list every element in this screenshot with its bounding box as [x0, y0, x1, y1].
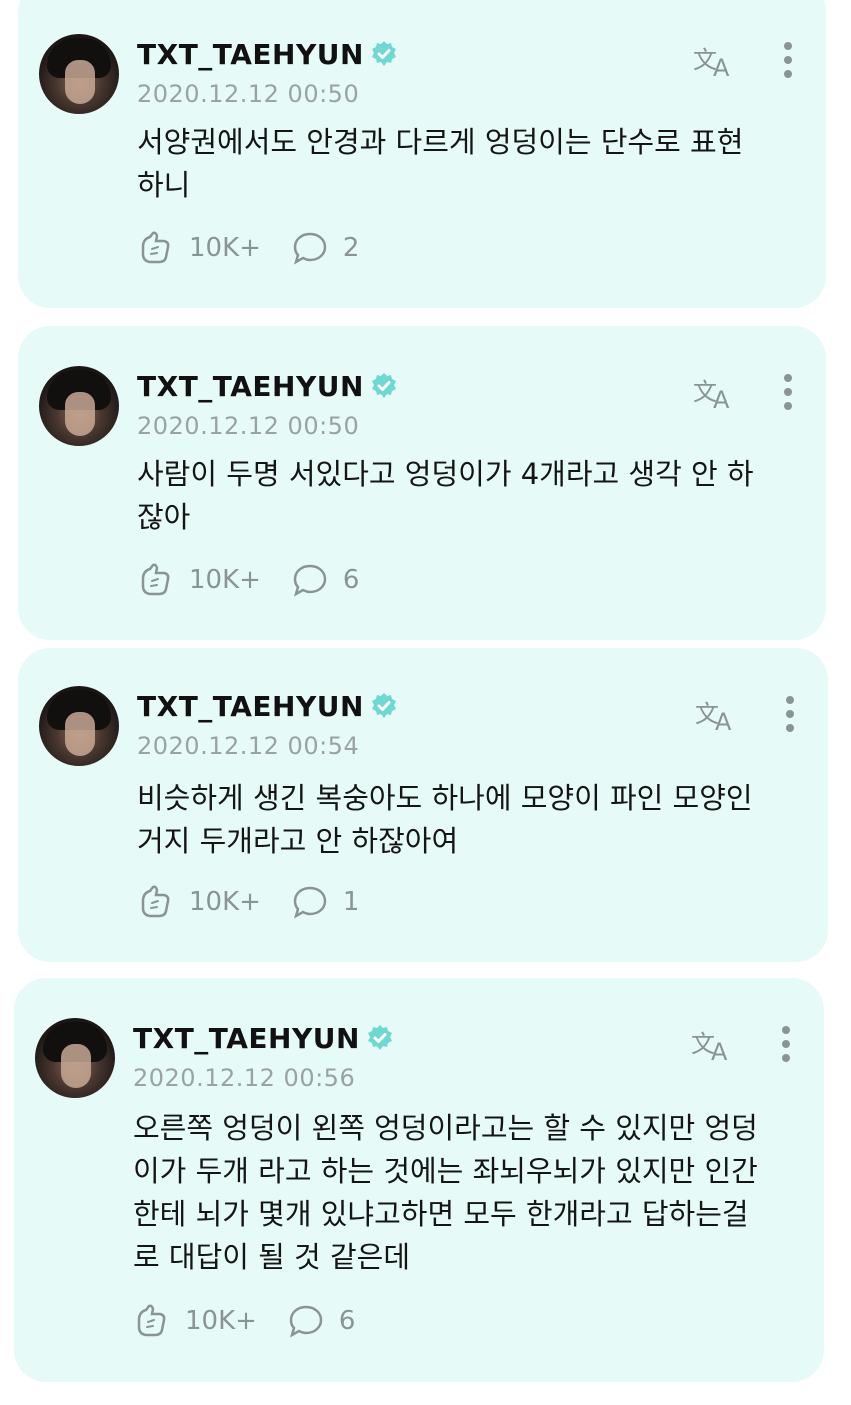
post-text: 오른쪽 엉덩이 왼쪽 엉덩이라고는 할 수 있지만 엉덩 이가 두개 라고 하는… [133, 1107, 793, 1279]
post-text-line: 오른쪽 엉덩이 왼쪽 엉덩이라고는 할 수 있지만 엉덩 [133, 1111, 758, 1145]
comment-bubble-icon[interactable] [291, 229, 329, 267]
post-text-line: 사람이 두명 서있다고 엉덩이가 4개라고 생각 안 하 [137, 457, 754, 491]
post-card: TXT_TAEHYUN 2020.12.12 00:50 文 A 사람이 두명 … [18, 326, 826, 640]
like-hand-icon[interactable] [133, 1302, 171, 1340]
post-date: 2020.12.12 00:50 [137, 412, 360, 440]
post-text-line: 하니 [137, 168, 191, 202]
verified-badge-icon [371, 41, 396, 66]
post-text: 사람이 두명 서있다고 엉덩이가 4개라고 생각 안 하 잖아 [137, 453, 797, 539]
post-text-line: 비슷하게 생긴 복숭아도 하나에 모양이 파인 모양인 [137, 781, 753, 815]
post-header: TXT_TAEHYUN [137, 366, 398, 406]
post-feed: TXT_TAEHYUN 2020.12.12 00:50 文 A 서양권에서도 … [0, 0, 851, 1405]
more-vertical-icon[interactable] [784, 694, 796, 734]
comment-count: 2 [342, 233, 360, 263]
verified-badge-icon [371, 693, 396, 718]
translate-icon[interactable]: 文 A [693, 372, 739, 412]
translate-icon[interactable]: 文 A [691, 1024, 737, 1064]
like-count: 10K+ [189, 565, 261, 595]
svg-text:A: A [715, 708, 732, 734]
more-vertical-icon[interactable] [782, 372, 794, 412]
post-text-line: 한테 뇌가 몇개 있냐고하면 모두 한개라고 답하는걸 [133, 1197, 749, 1231]
verified-badge-icon [371, 373, 396, 398]
post-text: 비슷하게 생긴 복숭아도 하나에 모양이 파인 모양인 거지 두개라고 안 하잖… [137, 777, 797, 863]
post-header: TXT_TAEHYUN [133, 1018, 394, 1058]
post-text-line: 로 대답이 될 것 같은데 [133, 1240, 410, 1274]
like-count: 10K+ [185, 1306, 257, 1336]
username[interactable]: TXT_TAEHYUN [133, 1022, 360, 1055]
post-date: 2020.12.12 00:50 [137, 80, 360, 108]
like-hand-icon[interactable] [137, 561, 175, 599]
comment-bubble-icon[interactable] [291, 561, 329, 599]
like-hand-icon[interactable] [137, 229, 175, 267]
avatar[interactable] [39, 34, 119, 114]
comment-count: 6 [342, 565, 360, 595]
translate-icon[interactable]: 文 A [693, 40, 739, 80]
more-vertical-icon[interactable] [782, 40, 794, 80]
svg-text:A: A [713, 54, 730, 80]
like-count: 10K+ [189, 233, 261, 263]
translate-icon[interactable]: 文 A [695, 694, 741, 734]
post-text-line: 이가 두개 라고 하는 것에는 좌뇌우뇌가 있지만 인간 [133, 1154, 758, 1188]
post-header: TXT_TAEHYUN [137, 34, 398, 74]
more-vertical-icon[interactable] [780, 1024, 792, 1064]
post-text-line: 서양권에서도 안경과 다르게 엉덩이는 단수로 표현 [137, 125, 744, 159]
username[interactable]: TXT_TAEHYUN [137, 38, 364, 71]
comment-bubble-icon[interactable] [291, 883, 329, 921]
verified-badge-icon [367, 1025, 392, 1050]
comment-count: 6 [338, 1306, 356, 1336]
avatar[interactable] [39, 686, 119, 766]
post-date: 2020.12.12 00:56 [133, 1064, 356, 1092]
post-text-line: 거지 두개라고 안 하잖아여 [137, 824, 459, 858]
avatar[interactable] [39, 366, 119, 446]
comment-count: 1 [342, 887, 360, 917]
svg-text:A: A [711, 1038, 728, 1064]
post-text-line: 잖아 [137, 500, 191, 534]
post-actions: 10K+ 2 [137, 228, 389, 268]
username[interactable]: TXT_TAEHYUN [137, 690, 364, 723]
post-date: 2020.12.12 00:54 [137, 732, 360, 760]
post-header: TXT_TAEHYUN [137, 686, 398, 726]
comment-bubble-icon[interactable] [287, 1302, 325, 1340]
post-actions: 10K+ 1 [137, 882, 389, 922]
post-card: TXT_TAEHYUN 2020.12.12 00:54 文 A 비슷하게 생긴… [18, 648, 828, 962]
post-card: TXT_TAEHYUN 2020.12.12 00:56 文 A 오른쪽 엉덩이… [14, 978, 824, 1382]
post-text: 서양권에서도 안경과 다르게 엉덩이는 단수로 표현 하니 [137, 121, 797, 207]
like-count: 10K+ [189, 887, 261, 917]
post-card: TXT_TAEHYUN 2020.12.12 00:50 文 A 서양권에서도 … [18, 0, 826, 308]
username[interactable]: TXT_TAEHYUN [137, 370, 364, 403]
avatar[interactable] [35, 1018, 115, 1098]
post-actions: 10K+ 6 [137, 560, 389, 600]
svg-text:A: A [713, 386, 730, 412]
post-actions: 10K+ 6 [133, 1301, 385, 1341]
like-hand-icon[interactable] [137, 883, 175, 921]
